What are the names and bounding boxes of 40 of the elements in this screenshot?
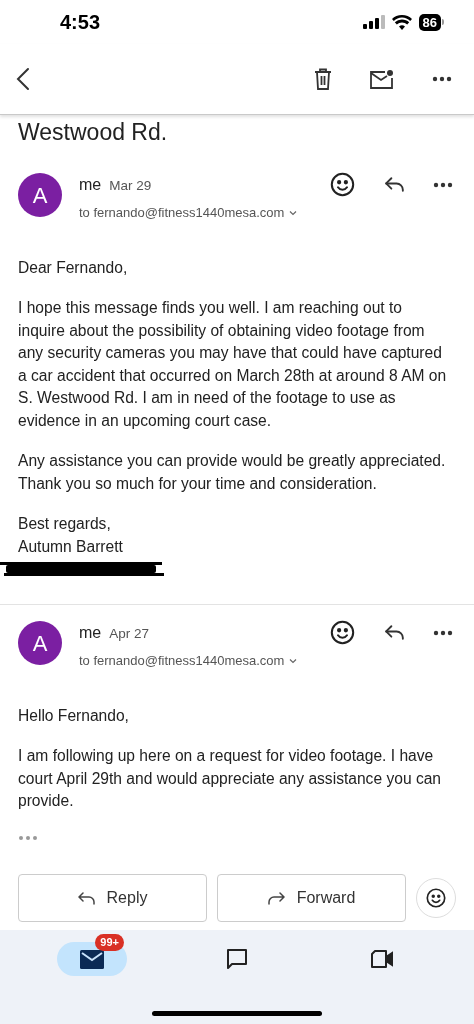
- avatar: A: [18, 173, 62, 217]
- recipient-text: to fernando@fitness1440mesa.com: [79, 204, 285, 222]
- mail-icon: [80, 949, 105, 969]
- unread-count-badge: 99+: [95, 934, 124, 951]
- sender-name: me: [79, 175, 102, 195]
- delete-icon[interactable]: [314, 68, 332, 90]
- more-icon[interactable]: [433, 629, 453, 636]
- video-camera-icon: [369, 949, 394, 969]
- message-paragraph: Dear Fernando,: [18, 257, 129, 278]
- chevron-down-icon[interactable]: [289, 657, 298, 664]
- message-date: Mar 29: [109, 177, 152, 195]
- message-paragraph: Hello Fernando,: [18, 705, 130, 726]
- chat-icon: [225, 947, 249, 971]
- sender-name: me: [79, 623, 102, 643]
- forward-icon: [267, 891, 285, 905]
- signature-line: Autumn Barrett: [18, 536, 124, 557]
- emoji-icon: [425, 887, 447, 909]
- battery-indicator: 86: [418, 13, 441, 31]
- message-paragraph: I am following up here on a request for video footage. I have court April 29th and would appreciate any assistance you can provide.: [18, 746, 443, 811]
- signature-line: Best regards,: [18, 514, 112, 534]
- signal-icon: [362, 15, 385, 29]
- status-time: 4:53: [60, 10, 101, 35]
- more-icon[interactable]: [433, 181, 453, 188]
- back-icon[interactable]: [16, 67, 30, 91]
- avatar: A: [18, 621, 62, 665]
- mark-unread-icon[interactable]: [370, 69, 394, 89]
- message-paragraph: I hope this message finds you well. I am reaching out to inquire about the possibility of obtaining video footage from any security cameras you may have that could have captured a car accident that occurred on March 28th at around 8 AM on S. Westwood Rd. I am in need of the footage to use as evidence in an upcoming court case.: [18, 298, 448, 431]
- reply-icon: [77, 891, 95, 905]
- more-icon[interactable]: [432, 76, 452, 82]
- message-paragraph: Any assistance you can provide would be greatly appreciated. Thank you so much for your time and consideration.: [18, 451, 447, 494]
- wifi-icon: [391, 14, 412, 30]
- emoji-reaction-icon[interactable]: [329, 619, 356, 646]
- reply-button[interactable]: Reply: [18, 874, 207, 922]
- forward-button[interactable]: Forward: [217, 874, 406, 922]
- chevron-down-icon[interactable]: [289, 209, 298, 216]
- recipient-text: to fernando@fitness1440mesa.com: [79, 652, 285, 670]
- subject-line: Westwood Rd.: [18, 118, 169, 147]
- trimmed-content-icon[interactable]: [18, 834, 38, 841]
- message-date: Apr 27: [109, 625, 149, 643]
- emoji-reaction-icon[interactable]: [329, 171, 356, 198]
